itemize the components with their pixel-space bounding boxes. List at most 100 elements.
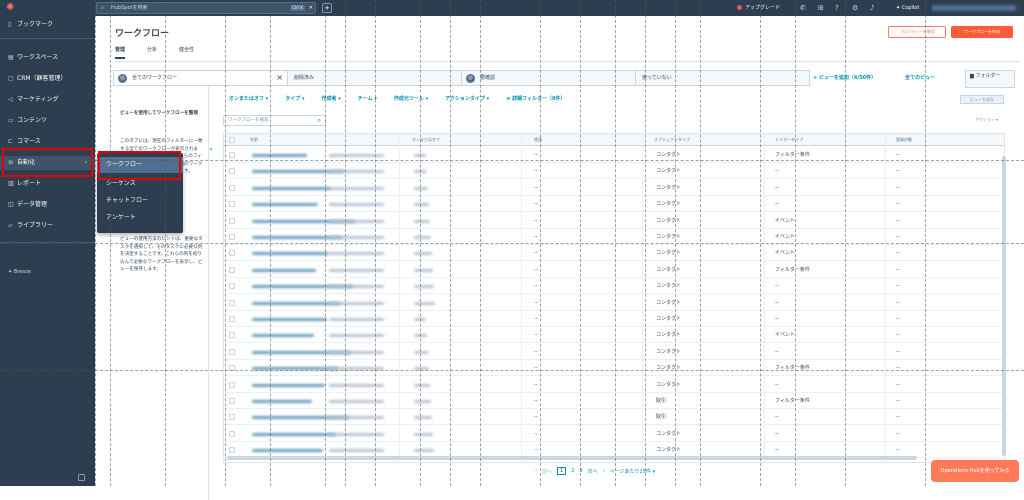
breeze-button[interactable]: ✦ Breeze <box>8 269 31 275</box>
workflow-name-link[interactable] <box>252 203 318 207</box>
save-view-button[interactable]: ビューを保存 <box>960 95 1004 104</box>
column-header-object-type[interactable]: オブジェクトタイプ <box>654 134 690 146</box>
prev-page-button[interactable]: 前へ <box>542 468 552 475</box>
row-checkbox[interactable] <box>229 168 235 175</box>
account-menu[interactable] <box>932 5 1016 11</box>
help-icon[interactable]: ? <box>835 3 839 13</box>
row-checkbox[interactable] <box>229 250 235 257</box>
hubspot-logo-icon[interactable]: ✺ <box>6 3 16 13</box>
workflow-name-link[interactable] <box>252 318 327 321</box>
gear-icon[interactable]: ⚙ <box>852 3 858 13</box>
next-page-button[interactable]: 次へ <box>588 468 598 475</box>
row-checkbox[interactable] <box>229 184 235 191</box>
workflow-name-link[interactable] <box>252 268 316 272</box>
column-header-trigger-type[interactable]: トリガータイプ <box>775 134 803 146</box>
row-checkbox[interactable] <box>229 316 235 322</box>
workflow-search-input[interactable]: ワークフローを検索 ⌕ <box>223 115 326 126</box>
folder-button[interactable]: ▆ フォルダー <box>965 70 1015 88</box>
row-checkbox[interactable] <box>229 414 235 421</box>
chevron-left-icon[interactable]: ‹ <box>535 468 537 474</box>
column-divider <box>399 134 400 462</box>
workflow-name-link[interactable] <box>252 252 329 256</box>
column-header-on-off[interactable]: オンまたはオフ <box>412 134 440 146</box>
row-checkbox[interactable] <box>229 152 235 158</box>
workflow-name-link[interactable] <box>252 186 331 190</box>
workflow-name-link[interactable] <box>252 301 340 305</box>
select-all-checkbox[interactable] <box>229 137 235 143</box>
row-checkbox[interactable] <box>229 201 235 208</box>
collapse-sidebar-icon[interactable] <box>78 474 85 481</box>
workflow-name-link[interactable] <box>252 449 323 453</box>
view-tab-unused[interactable]: 使っていない <box>635 70 810 86</box>
horizontal-scrollbar[interactable] <box>227 456 917 460</box>
upgrade-button[interactable]: アップグレード <box>737 3 780 13</box>
views-icon: ◎ <box>118 74 127 83</box>
trigger-type-cell: -- <box>775 381 779 388</box>
row-checkbox[interactable] <box>229 381 235 388</box>
sidebar-item-reports[interactable]: ▥ レポート <box>0 177 95 191</box>
tab-analyze[interactable]: 分析 <box>147 46 157 59</box>
sidebar-item-library[interactable]: ▱ ライブラリー <box>0 219 95 233</box>
filter-source-tool[interactable]: 作成元ツール ▾ <box>394 95 428 102</box>
create-plus-button[interactable]: + <box>322 3 332 13</box>
row-checkbox[interactable] <box>229 299 235 306</box>
sidebar-item-marketing[interactable]: ◁ マーケティング <box>0 93 95 107</box>
phone-icon[interactable]: ✆ <box>800 3 806 13</box>
chevron-right-icon[interactable]: › <box>603 468 605 474</box>
close-icon[interactable]: × <box>276 71 283 85</box>
top-nav-bar: ✺ ⌕ HubSpotを検索 Ctrl K ✕ + アップグレード ✆ ⊞ ? … <box>0 0 1024 16</box>
workflow-name-link[interactable] <box>252 432 336 436</box>
sidebar-item-commerce[interactable]: ⊏ コマース <box>0 135 95 149</box>
filter-on-off[interactable]: オンまたはオフ ▾ <box>229 95 268 102</box>
column-divider <box>764 134 765 462</box>
row-checkbox[interactable] <box>229 332 235 339</box>
row-checkbox[interactable] <box>229 217 235 224</box>
filter-action-type[interactable]: アクションタイプ ▾ <box>445 95 489 102</box>
tab-health[interactable]: 健全性 <box>179 46 194 59</box>
bell-icon[interactable]: ♪ <box>870 3 874 13</box>
collapse-panel-icon[interactable]: « <box>209 146 213 153</box>
row-checkbox[interactable] <box>229 283 235 290</box>
data-icon: ◫ <box>8 201 14 208</box>
workflow-name-link[interactable] <box>252 383 325 387</box>
row-checkbox[interactable] <box>229 447 235 454</box>
column-header-enrollment[interactable]: 登録対象 <box>896 134 912 146</box>
copilot-button[interactable]: ✦ Copilot <box>896 3 919 13</box>
usage-cell: -- <box>534 381 538 388</box>
sidebar-item-crm[interactable]: ▢ CRM（顧客管理） <box>0 72 95 86</box>
row-checkbox[interactable] <box>229 234 235 240</box>
usage-cell: -- <box>534 365 538 372</box>
vertical-scrollbar[interactable] <box>1002 156 1006 456</box>
sidebar-item-content[interactable]: ▭ コンテンツ <box>0 114 95 128</box>
actions-dropdown[interactable]: アクション ▾ <box>975 117 998 123</box>
view-tab-needs-review[interactable]: ◎ 要確認 <box>461 70 636 86</box>
row-checkbox[interactable] <box>229 398 235 404</box>
close-icon[interactable]: ✕ <box>309 3 313 13</box>
sidebar-item-workspaces[interactable]: ▤ ワークスペース <box>0 51 95 65</box>
sidebar-item-data-management[interactable]: ◫ データ管理 <box>0 198 95 212</box>
row-checkbox[interactable] <box>229 430 235 437</box>
trigger-type-cell: -- <box>775 348 779 355</box>
trigger-type-cell: フィルター条件 <box>775 398 810 404</box>
all-views-button[interactable]: 全てのビュー <box>905 74 935 81</box>
marketplace-icon[interactable]: ⊞ <box>818 3 824 13</box>
trigger-type-cell: フィルター条件 <box>775 266 810 273</box>
view-tab-all-workflows[interactable]: ◎ 全てのワークフロー × <box>113 70 288 86</box>
workflow-name-link[interactable] <box>252 154 307 157</box>
per-page-dropdown[interactable]: ページあたり25件 ▾ <box>610 468 655 475</box>
operations-hub-button[interactable]: Operations Hubを使ってみる <box>931 460 1019 482</box>
page-2-button[interactable]: 2 <box>571 468 574 474</box>
workflow-name-link[interactable] <box>252 400 312 403</box>
tab-manage[interactable]: 管理 <box>115 46 126 59</box>
column-header-name[interactable]: 名前 <box>250 134 258 146</box>
row-checkbox[interactable] <box>229 266 235 273</box>
filter-type[interactable]: タイプ ▾ <box>285 95 304 102</box>
advanced-filters-button[interactable]: ≡ 詳細フィルター（0件） <box>506 95 565 102</box>
review-properties-button[interactable]: プロパティーを確認 <box>888 26 946 38</box>
create-workflow-button[interactable]: ワークフローを作成 <box>951 26 1013 38</box>
workflow-name-link[interactable] <box>252 334 314 338</box>
sidebar-item-bookmarks[interactable]: ▯ ブックマーク <box>0 18 95 32</box>
global-search-input[interactable]: ⌕ HubSpotを検索 Ctrl K ✕ <box>96 2 316 14</box>
page-1-button[interactable]: 1 <box>557 467 567 475</box>
row-checkbox[interactable] <box>229 348 235 355</box>
